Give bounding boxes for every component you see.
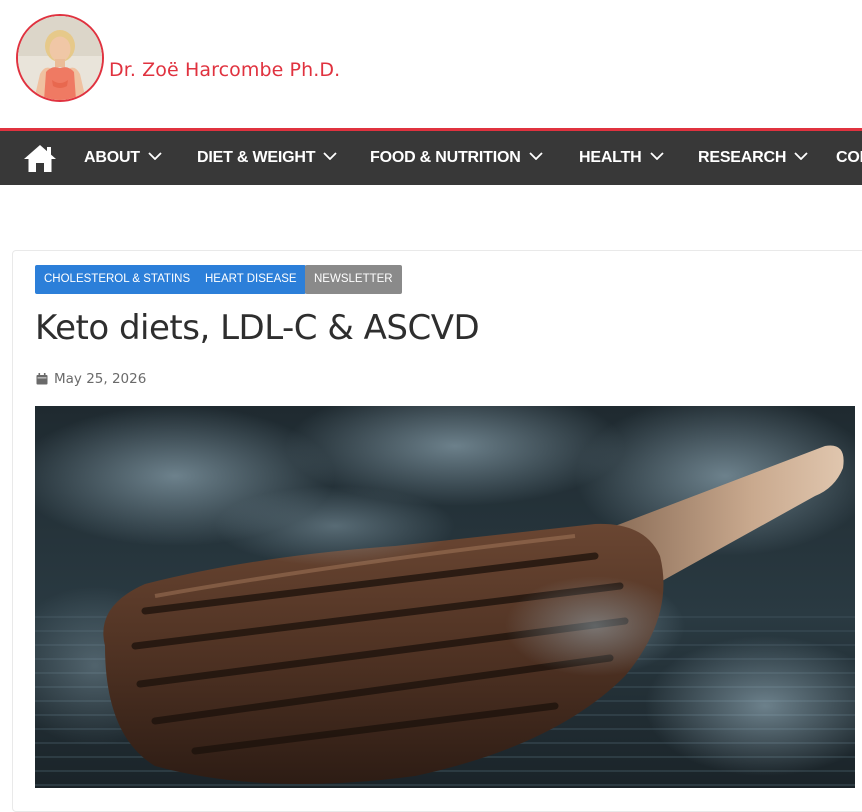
author-avatar[interactable] — [16, 14, 104, 102]
chevron-down-icon — [794, 152, 808, 161]
chevron-down-icon — [528, 152, 543, 161]
chevron-down-icon — [323, 152, 337, 161]
site-header: Dr. Zoë Harcombe Ph.D. — [0, 0, 862, 128]
nav-item-about[interactable]: ABOUT — [84, 131, 162, 185]
chevron-down-icon — [148, 152, 162, 161]
nav-item-label: HEALTH — [579, 149, 642, 166]
nav-item-diet-weight[interactable]: DIET & WEIGHT — [197, 131, 337, 185]
chevron-down-icon — [649, 152, 664, 161]
main-navigation: ABOUT DIET & WEIGHT FOOD & NUTRITION HEA… — [0, 128, 862, 185]
post-date-text[interactable]: May 25, 2026 — [54, 370, 146, 388]
nav-item-research[interactable]: RESEARCH — [698, 131, 808, 185]
site-title[interactable]: Dr. Zoë Harcombe Ph.D. — [109, 59, 340, 81]
nav-item-health[interactable]: HEALTH — [579, 131, 664, 185]
home-icon[interactable] — [22, 143, 58, 173]
category-tag-heart-disease[interactable]: HEART DISEASE — [196, 265, 306, 294]
category-tag-cholesterol-statins[interactable]: CHOLESTEROL & STATINS — [35, 265, 200, 294]
nav-item-label: ABOUT — [84, 149, 140, 166]
nav-item-label: CON — [836, 149, 862, 166]
nav-item-contact[interactable]: CON — [836, 131, 862, 185]
nav-item-label: FOOD & NUTRITION — [370, 149, 521, 166]
nav-item-label: RESEARCH — [698, 149, 787, 166]
nav-item-food-nutrition[interactable]: FOOD & NUTRITION — [370, 131, 543, 185]
category-tag-newsletter[interactable]: NEWSLETTER — [305, 265, 402, 294]
featured-image — [35, 406, 855, 788]
article-title: Keto diets, LDL-C & ASCVD — [35, 308, 480, 348]
calendar-icon — [36, 373, 48, 385]
nav-item-label: DIET & WEIGHT — [197, 149, 316, 166]
